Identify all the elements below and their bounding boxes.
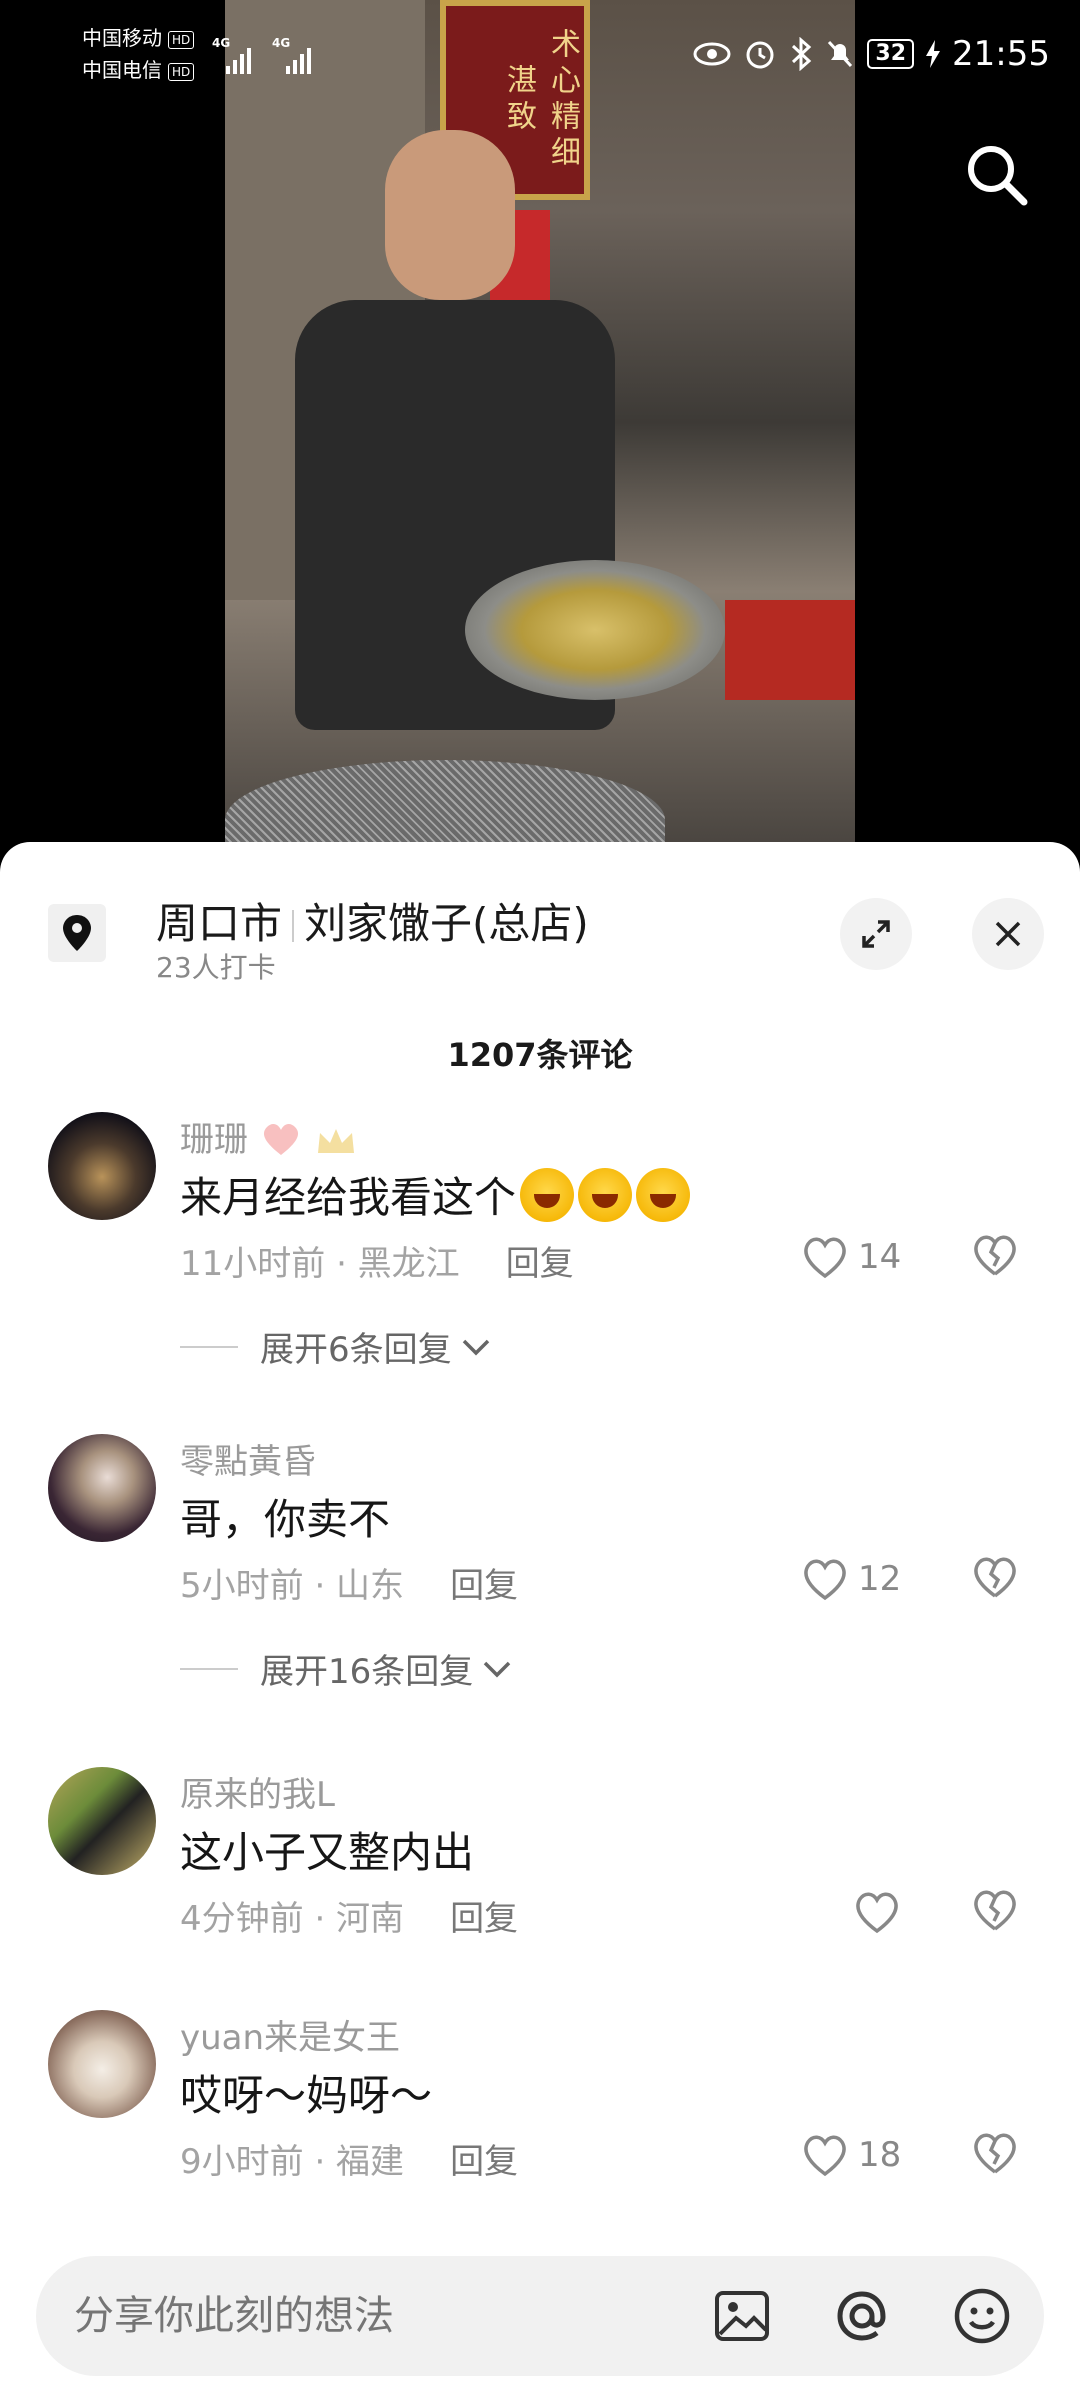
like-count: 12 xyxy=(858,1559,902,1599)
comment-meta: 5小时前 · 山东 回复 xyxy=(180,1566,519,1606)
comment-username[interactable]: 珊珊 xyxy=(180,1112,358,1161)
video-player[interactable]: 术心精细湛致 xyxy=(225,0,855,845)
reply-button[interactable]: 回复 xyxy=(450,1899,518,1939)
comment-meta: 4分钟前 · 河南 回复 xyxy=(180,1899,519,1939)
expand-replies-button[interactable]: 展开6条回复 xyxy=(180,1322,494,1371)
comments-sheet: 周口市 刘家馓子(总店) 23人打卡 1207条评论 珊珊 来月经给我看这个 11… xyxy=(0,842,1080,2400)
battery-indicator: 32 xyxy=(867,39,915,69)
mention-button[interactable] xyxy=(832,2286,892,2346)
laughing-emoji-icon xyxy=(578,1168,633,1222)
location-title[interactable]: 周口市 刘家馓子(总店) xyxy=(156,890,589,951)
at-icon xyxy=(837,2291,886,2341)
heart-icon xyxy=(804,1559,846,1601)
video-strainer xyxy=(225,760,665,845)
like-count: 18 xyxy=(858,2135,902,2175)
checkin-count: 23人打卡 xyxy=(156,951,276,984)
comment-text: 来月经给我看这个 xyxy=(180,1164,691,1225)
dislike-button[interactable] xyxy=(970,1232,1020,1282)
eye-icon xyxy=(693,42,731,66)
broken-heart-icon xyxy=(974,1890,1016,1931)
avatar[interactable] xyxy=(48,1112,156,1220)
dislike-button[interactable] xyxy=(970,2130,1020,2180)
broken-heart-icon xyxy=(974,2133,1016,2174)
clock: 21:55 xyxy=(952,34,1050,74)
comment-text: 哥，你卖不 xyxy=(180,1495,391,1544)
location-pin-icon xyxy=(48,904,106,962)
signal-icon-2: 4G xyxy=(272,34,320,74)
comment-username[interactable]: 原来的我L xyxy=(180,1767,335,1816)
dislike-button[interactable] xyxy=(970,1887,1020,1937)
heart-emoji-icon xyxy=(263,1123,298,1155)
emoji-button[interactable] xyxy=(952,2286,1012,2346)
bluetooth-icon xyxy=(792,37,812,71)
like-button[interactable] xyxy=(852,1887,910,1937)
dislike-button[interactable] xyxy=(970,1554,1020,1604)
expand-icon xyxy=(862,920,890,948)
comment-input-bar xyxy=(36,2256,1044,2376)
charging-icon xyxy=(926,40,941,68)
like-count: 14 xyxy=(858,1237,902,1277)
crown-icon xyxy=(317,1129,354,1153)
broken-heart-icon xyxy=(974,1235,1016,1276)
status-bar: 中国移动 HD 中国电信 HD 4G 4G 32 21:55 xyxy=(0,0,1080,110)
comment-meta: 11小时前 · 黑龙江 回复 xyxy=(180,1244,574,1284)
laughing-emoji-icon xyxy=(520,1168,575,1222)
search-button[interactable] xyxy=(962,140,1032,210)
status-icons: 32 21:55 xyxy=(693,30,1050,78)
avatar[interactable] xyxy=(48,1434,156,1542)
location-header[interactable]: 周口市 刘家馓子(总店) 23人打卡 xyxy=(0,842,1080,992)
search-icon xyxy=(968,146,1028,206)
reply-button[interactable]: 回复 xyxy=(506,1244,574,1284)
comment-input[interactable] xyxy=(72,2292,676,2340)
image-icon xyxy=(715,2291,769,2341)
close-icon xyxy=(995,921,1021,947)
comment-meta: 9小时前 · 福建 回复 xyxy=(180,2142,519,2182)
image-button[interactable] xyxy=(712,2286,772,2346)
close-button[interactable] xyxy=(972,898,1044,970)
chevron-down-icon xyxy=(462,1339,489,1355)
reply-button[interactable]: 回复 xyxy=(450,1566,518,1606)
location-city: 周口市 xyxy=(156,899,283,948)
alarm-icon xyxy=(746,41,774,69)
laughing-emoji-icon xyxy=(636,1168,691,1222)
reply-button[interactable]: 回复 xyxy=(450,2142,518,2182)
avatar[interactable] xyxy=(48,1767,156,1875)
comments-count: 1207条评论 xyxy=(447,1036,633,1074)
expand-button[interactable] xyxy=(840,898,912,970)
like-button[interactable]: 18 xyxy=(800,2130,901,2180)
comment-text: 这小子又整内出 xyxy=(180,1828,475,1877)
video-bowl xyxy=(465,560,725,700)
broken-heart-icon xyxy=(974,1557,1016,1598)
carrier-1: 中国移动 HD xyxy=(82,26,195,50)
like-button[interactable]: 12 xyxy=(800,1554,901,1604)
expand-replies-button[interactable]: 展开16条回复 xyxy=(180,1644,515,1693)
heart-icon xyxy=(804,1237,846,1279)
smiley-icon xyxy=(954,2288,1010,2344)
chevron-down-icon xyxy=(484,1661,511,1677)
like-button[interactable]: 14 xyxy=(800,1232,901,1282)
mute-icon xyxy=(828,40,853,68)
avatar[interactable] xyxy=(48,2010,156,2118)
comment-text: 哎呀～妈呀～ xyxy=(180,2071,433,2120)
signal-icon-1: 4G xyxy=(212,34,260,74)
comment-username[interactable]: 零點黃昏 xyxy=(180,1434,316,1483)
carrier-2: 中国电信 HD xyxy=(82,58,195,82)
location-shop: 刘家馓子(总店) xyxy=(304,899,589,948)
heart-icon xyxy=(804,2135,846,2177)
video-tray xyxy=(725,600,855,700)
comment-username[interactable]: yuan来是女王 xyxy=(180,2010,400,2059)
heart-icon xyxy=(856,1892,898,1934)
